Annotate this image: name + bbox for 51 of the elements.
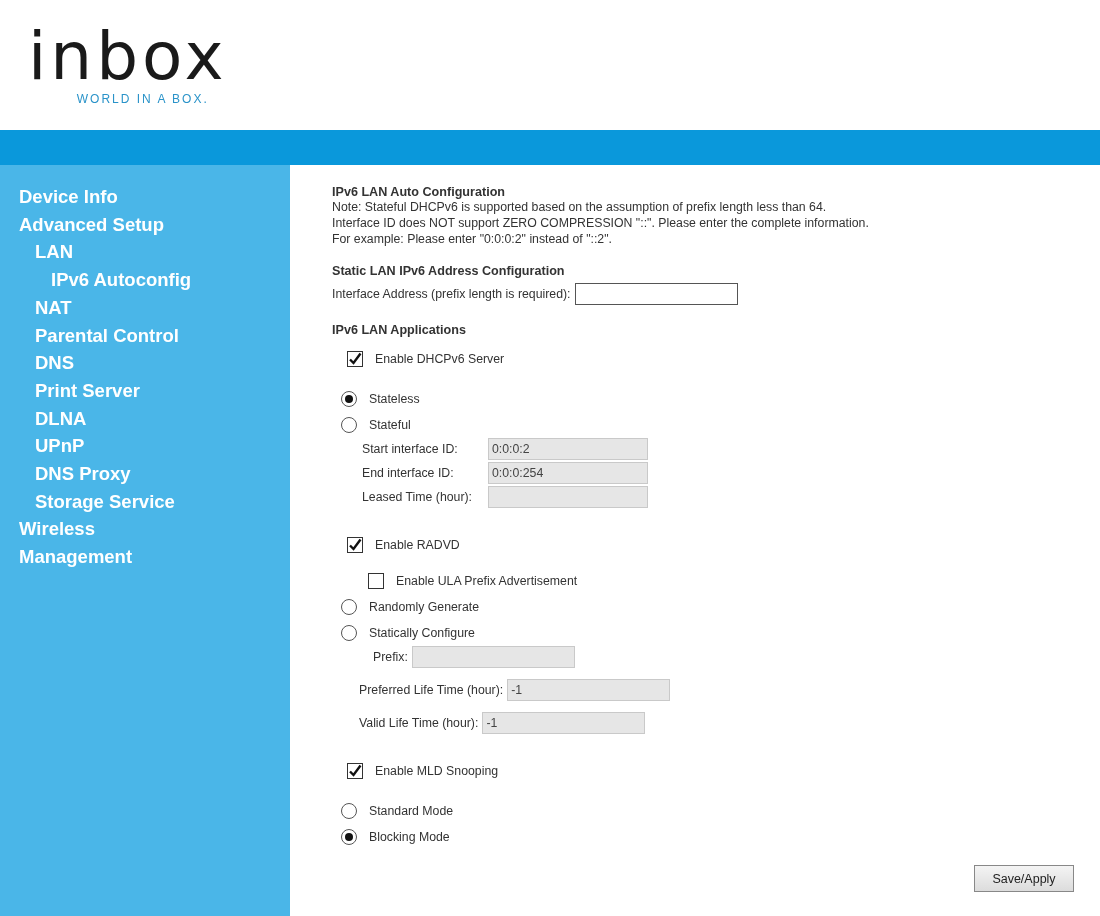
sidebar-item[interactable]: Management — [0, 543, 133, 571]
checkbox[interactable] — [347, 763, 363, 779]
save-apply-button[interactable]: Save/Apply — [974, 865, 1074, 892]
input-field[interactable] — [574, 283, 738, 305]
checkbox[interactable] — [347, 537, 363, 553]
note-text: Note: Stateful DHCPv6 is supported based on the assumption of prefix length less than 64. — [332, 199, 827, 215]
radio-label: Standard Mode — [369, 804, 454, 818]
sidebar-item[interactable]: LAN — [0, 238, 74, 267]
radio-label: Blocking Mode — [369, 830, 450, 844]
radio-label: Statically Configure — [369, 626, 475, 640]
note-text: Interface ID does NOT support ZERO COMPRESSION "::". Please enter the complete information. — [332, 215, 869, 231]
checkbox[interactable] — [347, 351, 363, 367]
sidebar-item[interactable]: UPnP — [0, 432, 85, 461]
radio-button[interactable] — [341, 829, 357, 845]
field-label: Prefix: — [373, 650, 408, 664]
logo-wordmark: inbox — [28, 22, 228, 92]
sidebar-item[interactable]: DNS — [0, 349, 75, 377]
checkbox[interactable] — [368, 573, 384, 589]
field-label: Interface Address (prefix length is required): — [332, 287, 571, 301]
sidebar-item[interactable]: Storage Service — [0, 487, 175, 516]
sidebar-item[interactable]: DLNA — [0, 404, 87, 433]
field-label: Start interface ID: — [362, 442, 459, 456]
checkbox-label: Enable ULA Prefix Advertisement — [396, 574, 578, 588]
radio-label: Stateful — [369, 418, 411, 432]
section-heading: IPv6 LAN Applications — [332, 323, 466, 337]
sidebar-item[interactable]: NAT — [0, 293, 72, 322]
radio-button[interactable] — [341, 391, 357, 407]
radio-button[interactable] — [341, 803, 357, 819]
field-label: Preferred Life Time (hour): — [359, 683, 504, 697]
checkbox-label: Enable MLD Snooping — [375, 764, 499, 778]
field-label: End interface ID: — [362, 466, 455, 480]
radio-button[interactable] — [341, 417, 357, 433]
sidebar-item[interactable]: DNS Proxy — [0, 460, 131, 488]
logo-tagline: WORLD IN A BOX. — [75, 92, 209, 106]
section-heading: Static LAN IPv6 Address Configuration — [332, 264, 565, 278]
sidebar-item[interactable]: Parental Control — [0, 321, 179, 350]
sidebar-item[interactable]: Wireless — [0, 515, 95, 544]
checkbox-label: Enable RADVD — [375, 538, 460, 552]
sidebar-item[interactable]: IPv6 Autoconfig — [0, 266, 192, 294]
sidebar-item[interactable]: Device Info — [0, 183, 118, 211]
section-heading: IPv6 LAN Auto Configuration — [332, 185, 506, 199]
sidebar-item[interactable]: Print Server — [0, 376, 140, 405]
sidebar-item[interactable]: Advanced Setup — [0, 210, 164, 239]
radio-button[interactable] — [341, 625, 357, 641]
radio-label: Randomly Generate — [369, 600, 480, 614]
note-text: For example: Please enter "0:0:0:2" instead of "::2". — [332, 231, 612, 247]
field-label: Leased Time (hour): — [362, 490, 474, 504]
field-label: Valid Life Time (hour): — [359, 716, 479, 730]
radio-button[interactable] — [341, 599, 357, 615]
radio-label: Stateless — [369, 392, 420, 406]
checkbox-label: Enable DHCPv6 Server — [375, 352, 505, 366]
